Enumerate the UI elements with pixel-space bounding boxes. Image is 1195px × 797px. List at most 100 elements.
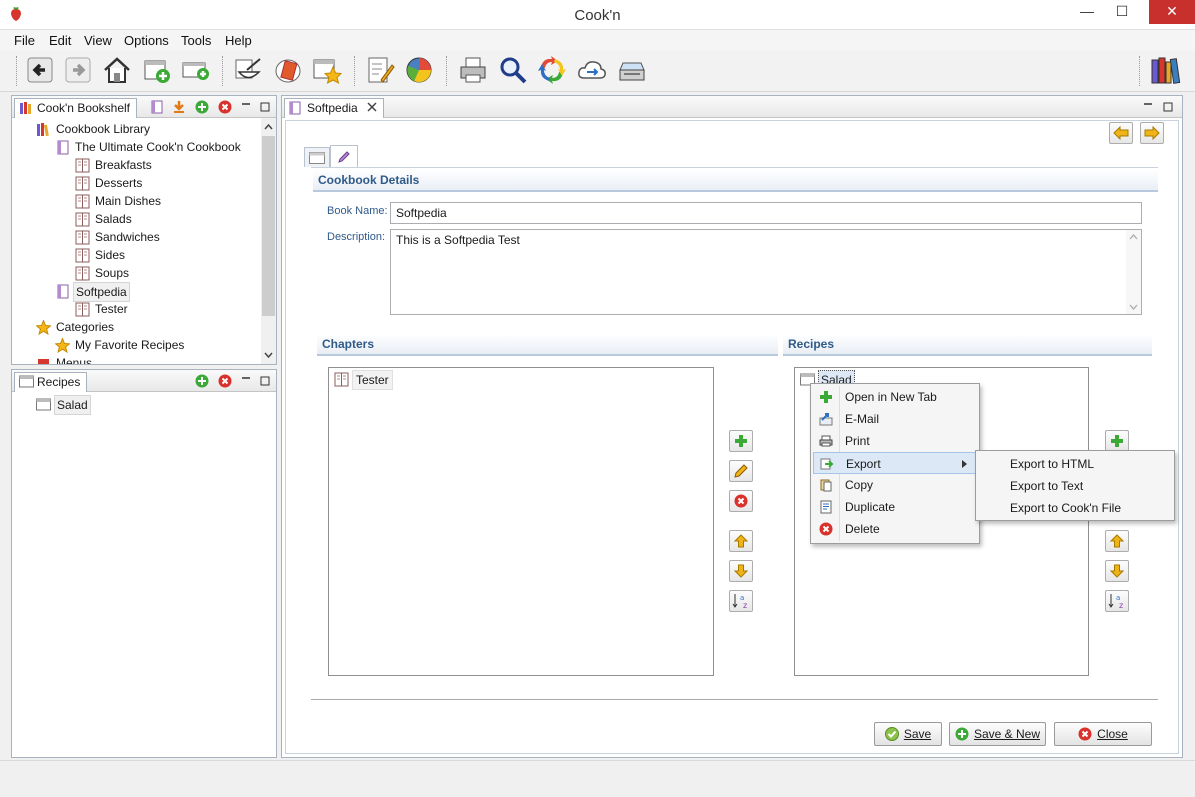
nutrition-button[interactable] <box>403 54 435 86</box>
menu-item-email[interactable]: E-Mail <box>813 408 977 430</box>
move-recipe-up-button[interactable] <box>1105 530 1129 552</box>
bookshelf-tab-label: Cook'n Bookshelf <box>37 101 131 115</box>
tree-item-label: Breakfasts <box>95 158 152 172</box>
delete-button[interactable] <box>217 99 233 115</box>
menu-tools[interactable]: Tools <box>181 33 211 48</box>
book-name-input[interactable]: Softpedia <box>390 202 1142 224</box>
edit-chapter-button[interactable] <box>729 460 753 482</box>
toolbar <box>0 50 1195 92</box>
toolbar-separator <box>1139 56 1141 86</box>
close-tab-icon[interactable] <box>367 102 377 112</box>
minimize-icon <box>242 103 250 105</box>
down-arrow-icon <box>1110 564 1124 578</box>
minimize-panel-button[interactable] <box>238 99 254 115</box>
close-window-button[interactable]: ✕ <box>1149 0 1195 24</box>
view-tab[interactable] <box>304 147 330 167</box>
add-button[interactable] <box>194 99 210 115</box>
plus-icon <box>820 391 832 403</box>
forward-button[interactable] <box>62 54 94 86</box>
chapters-header: Chapters <box>317 334 778 356</box>
description-scrollbar[interactable] <box>1126 230 1141 314</box>
add-recipe-button[interactable] <box>194 373 210 389</box>
edit-tab[interactable] <box>330 145 358 167</box>
close-button[interactable]: Close <box>1054 722 1152 746</box>
minimize-panel-button[interactable] <box>238 373 254 389</box>
bookshelf-tab[interactable]: Cook'n Bookshelf <box>14 98 138 118</box>
add-chapter-button[interactable] <box>729 430 753 452</box>
scroll-up-icon <box>264 123 273 130</box>
menu-item-duplicate[interactable]: Duplicate <box>813 496 977 518</box>
sync-button[interactable] <box>576 54 608 86</box>
menu-view[interactable]: View <box>84 33 112 48</box>
sort-recipes-button[interactable]: az <box>1105 590 1129 612</box>
menu-item-copy[interactable]: Copy <box>813 474 977 496</box>
delete-recipe-button[interactable] <box>217 373 233 389</box>
cookbook-details-header: Cookbook Details <box>313 170 1158 192</box>
delete-circle-icon <box>819 522 833 536</box>
left-arrow-icon <box>1113 126 1129 140</box>
new-item-button[interactable] <box>180 54 212 86</box>
export-submenu: Export to HTML Export to Text Export to … <box>975 450 1175 521</box>
edit-list-button[interactable] <box>364 54 396 86</box>
scan-button[interactable] <box>616 54 648 86</box>
chapter-icon <box>75 248 90 263</box>
previous-record-button[interactable] <box>1109 122 1133 144</box>
scroll-up-icon <box>1129 234 1138 240</box>
copy-icon <box>820 479 832 492</box>
sort-az-icon: az <box>732 594 747 609</box>
delete-circle-icon <box>734 494 748 508</box>
menu-item-export[interactable]: Export <box>813 452 977 474</box>
menu-item-export-cookn-file[interactable]: Export to Cook'n File <box>978 497 1172 519</box>
new-folder-button[interactable] <box>141 54 173 86</box>
menu-item-print[interactable]: Print <box>813 430 977 452</box>
cookbook-icon <box>275 59 301 83</box>
sort-chapters-button[interactable]: az <box>729 590 753 612</box>
description-textarea[interactable]: This is a Softpedia Test <box>390 229 1142 315</box>
menu-options[interactable]: Options <box>124 33 169 48</box>
delete-chapter-button[interactable] <box>729 490 753 512</box>
back-button[interactable] <box>24 54 56 86</box>
maximize-button[interactable]: ☐ <box>1105 0 1139 24</box>
context-menu: Open in New Tab E-Mail Print Export Copy… <box>810 383 980 544</box>
menu-item-delete[interactable]: Delete <box>813 518 977 540</box>
search-button[interactable] <box>497 54 529 86</box>
download-button[interactable] <box>171 99 187 115</box>
menu-item-export-text[interactable]: Export to Text <box>978 475 1172 497</box>
menu-file[interactable]: File <box>14 33 35 48</box>
menu-item-label: Copy <box>845 478 874 492</box>
add-recipe-to-book-button[interactable] <box>1105 430 1129 452</box>
recipes-tab[interactable]: Recipes <box>14 372 88 392</box>
minimize-button[interactable]: — <box>1070 0 1104 24</box>
convert-button[interactable] <box>536 54 568 86</box>
new-cookbook-button[interactable] <box>149 99 165 115</box>
editor-tab-softpedia[interactable]: Softpedia <box>284 98 385 118</box>
recipe-bowl-button[interactable] <box>232 54 264 86</box>
menu-item-open-in-new-tab[interactable]: Open in New Tab <box>813 386 977 408</box>
maximize-panel-button[interactable] <box>257 373 273 389</box>
menu-help[interactable]: Help <box>225 33 252 48</box>
move-chapter-up-button[interactable] <box>729 530 753 552</box>
menu-edit[interactable]: Edit <box>49 33 71 48</box>
maximize-panel-button[interactable] <box>1160 99 1176 115</box>
move-chapter-down-button[interactable] <box>729 560 753 582</box>
menu-bar: File Edit View Options Tools Help <box>0 30 1195 50</box>
bookshelf-button[interactable] <box>1149 54 1181 86</box>
star-folder-icon <box>313 59 342 85</box>
move-recipe-down-button[interactable] <box>1105 560 1129 582</box>
menu-item-export-html[interactable]: Export to HTML <box>978 453 1172 475</box>
favorites-button[interactable] <box>311 54 343 86</box>
next-record-button[interactable] <box>1140 122 1164 144</box>
chapter-icon <box>75 230 90 245</box>
bookshelf-scroll-thumb[interactable] <box>262 136 275 316</box>
home-button[interactable] <box>101 54 133 86</box>
bookshelf-scrollbar[interactable] <box>261 118 276 364</box>
cookbook-button[interactable] <box>272 54 304 86</box>
maximize-panel-button[interactable] <box>257 99 273 115</box>
save-button[interactable]: Save <box>874 722 942 746</box>
books-icon <box>1151 57 1181 84</box>
save-and-new-button[interactable]: Save & New <box>949 722 1046 746</box>
minimize-panel-button[interactable] <box>1140 99 1156 115</box>
tree-item-label: Cookbook Library <box>56 122 151 136</box>
print-button[interactable] <box>457 54 489 86</box>
chapter-icon <box>75 194 90 209</box>
